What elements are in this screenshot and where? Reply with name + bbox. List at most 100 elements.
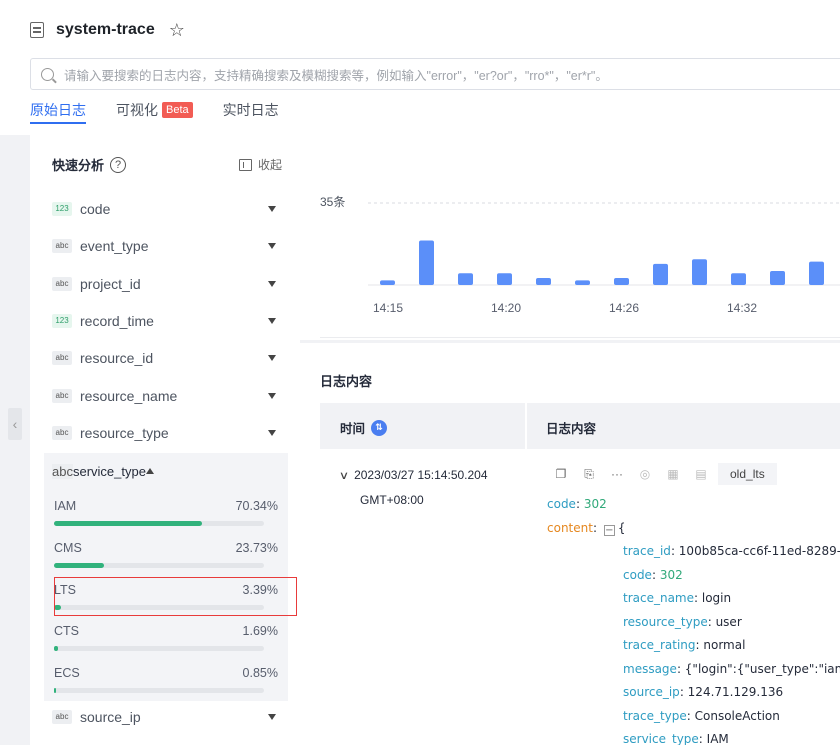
field-key[interactable]: trace_id [623, 544, 671, 558]
field-project-id[interactable]: abc project_id [52, 269, 282, 299]
field-name: record_time [80, 313, 154, 329]
histogram-bar[interactable] [692, 259, 707, 285]
chevron-up-icon[interactable] [145, 468, 154, 474]
tab-visualization[interactable]: 可视化 Beta [116, 96, 193, 124]
more-icon[interactable]: ··· [606, 464, 628, 484]
string-type-icon: abc [52, 710, 72, 724]
field-resource-type[interactable]: abc resource_type [52, 418, 282, 448]
field-value[interactable]: normal [703, 638, 745, 652]
field-service-type[interactable]: abc service_type [52, 455, 282, 487]
chevron-down-icon[interactable] [268, 281, 276, 287]
field-resource-id[interactable]: abc resource_id [52, 343, 282, 373]
column-time[interactable]: 时间 ⇅ [340, 418, 388, 437]
distribution-item-ecs[interactable]: ECS 0.85% [54, 666, 278, 706]
field-key[interactable]: resource_type [623, 615, 708, 629]
field-source-ip[interactable]: abc source_ip [52, 702, 282, 732]
help-icon[interactable]: ? [110, 156, 127, 173]
field-name: source_ip [80, 709, 141, 725]
number-type-icon: 123 [52, 314, 72, 328]
distribution-item-iam[interactable]: IAM 70.34% [54, 499, 278, 539]
log-count-histogram[interactable]: 35条 14:15 14:20 14:26 14:32 [300, 135, 840, 335]
field-value[interactable]: 302 [584, 497, 607, 511]
x-tick-label: 14:20 [491, 301, 521, 315]
field-key[interactable]: message [623, 662, 677, 676]
page-header: system-trace ☆ 请输入要搜索的日志内容，支持精确搜索及模糊搜索等，… [0, 0, 840, 135]
field-value[interactable]: user [716, 615, 742, 629]
distribution-bar-fill [54, 521, 202, 526]
search-placeholder: 请输入要搜索的日志内容，支持精确搜索及模糊搜索等，例如输入"error"，"er… [64, 68, 608, 83]
table-icon[interactable]: ▦ [662, 464, 684, 484]
field-value[interactable]: 302 [660, 568, 683, 582]
x-tick-label: 14:15 [373, 301, 403, 315]
field-key[interactable]: code [547, 497, 576, 511]
field-name: service_type [72, 463, 146, 479]
expand-chevron-icon[interactable]: ∨ [339, 464, 349, 488]
field-record-time[interactable]: 123 record_time [52, 306, 282, 336]
field-name: code [80, 201, 111, 217]
field-value[interactable]: {"login":{"user_type":"iam [685, 662, 840, 676]
field-code[interactable]: 123 code [52, 194, 282, 224]
chevron-down-icon[interactable] [268, 243, 276, 249]
field-key[interactable]: content [547, 521, 593, 535]
histogram-bar[interactable] [731, 273, 746, 285]
field-key[interactable]: service_type [623, 732, 699, 745]
column-separator [525, 403, 527, 449]
chevron-down-icon[interactable] [268, 206, 276, 212]
field-value[interactable]: IAM [707, 732, 729, 745]
field-key[interactable]: code [623, 568, 652, 582]
field-key[interactable]: trace_name [623, 591, 694, 605]
histogram-bar[interactable] [575, 280, 590, 285]
field-value[interactable]: 100b85ca-cc6f-11ed-8289- [679, 544, 840, 558]
json-field: trace_rating: normal [623, 638, 746, 652]
histogram-bar[interactable] [614, 277, 629, 285]
favorite-star-icon[interactable]: ☆ [169, 21, 185, 39]
histogram-bar[interactable] [458, 273, 473, 285]
json-field: trace_name: login [623, 591, 732, 605]
histogram-bar[interactable] [380, 280, 395, 285]
string-type-icon: abc [52, 277, 72, 291]
chevron-down-icon[interactable] [268, 430, 276, 436]
divider [320, 337, 840, 338]
chevron-down-icon[interactable] [268, 318, 276, 324]
distribution-item-cms[interactable]: CMS 23.73% [54, 541, 278, 581]
sort-icon[interactable]: ⇅ [371, 419, 388, 436]
field-key[interactable]: trace_rating [623, 638, 696, 652]
field-value[interactable]: ConsoleAction [695, 709, 780, 723]
field-value[interactable]: 124.71.129.136 [688, 685, 783, 699]
field-key[interactable]: trace_type [623, 709, 687, 723]
histogram-bar[interactable] [497, 273, 512, 285]
copy-icon[interactable]: ❐ [550, 464, 572, 484]
pin-icon[interactable]: ◎ [634, 464, 656, 484]
histogram-bar[interactable] [809, 261, 824, 285]
chevron-down-icon[interactable] [268, 393, 276, 399]
field-event-type[interactable]: abc event_type [52, 231, 282, 261]
field-value[interactable]: login [702, 591, 731, 605]
tab-realtime-logs[interactable]: 实时日志 [223, 96, 279, 124]
json-brace: { [617, 521, 626, 535]
histogram-bar[interactable] [419, 240, 434, 285]
histogram-bar[interactable] [653, 263, 668, 285]
json-field: trace_type: ConsoleAction [623, 709, 780, 723]
tab-raw-logs[interactable]: 原始日志 [30, 96, 86, 124]
search-input[interactable]: 请输入要搜索的日志内容，支持精确搜索及模糊搜索等，例如输入"error"，"er… [30, 58, 840, 90]
chevron-down-icon[interactable] [268, 714, 276, 720]
document-icon[interactable]: ▤ [690, 464, 712, 484]
field-key[interactable]: source_ip [623, 685, 680, 699]
histogram-bar[interactable] [536, 277, 551, 285]
log-stream-icon [30, 22, 44, 38]
distribution-bar-fill [54, 563, 104, 568]
collapse-button[interactable]: 收起 [238, 156, 282, 173]
histogram-bar[interactable] [770, 270, 785, 285]
collapse-icon [238, 158, 252, 171]
panel-toggle-handle[interactable]: ‹ [8, 408, 22, 440]
quick-analysis-panel: 快速分析 ? 收起 123 code abc event_type abc pr… [30, 135, 300, 745]
chevron-down-icon[interactable] [268, 355, 276, 361]
field-resource-name[interactable]: abc resource_name [52, 381, 282, 411]
collapse-json-icon[interactable]: − [603, 525, 615, 536]
json-field: source_ip: 124.71.129.136 [623, 685, 784, 699]
log-tag[interactable]: old_lts [718, 463, 777, 485]
distribution-item-cts[interactable]: CTS 1.69% [54, 624, 278, 664]
field-name: resource_id [80, 350, 154, 366]
field-name: resource_type [80, 425, 169, 441]
view-context-icon[interactable]: ⎘ [578, 464, 600, 484]
